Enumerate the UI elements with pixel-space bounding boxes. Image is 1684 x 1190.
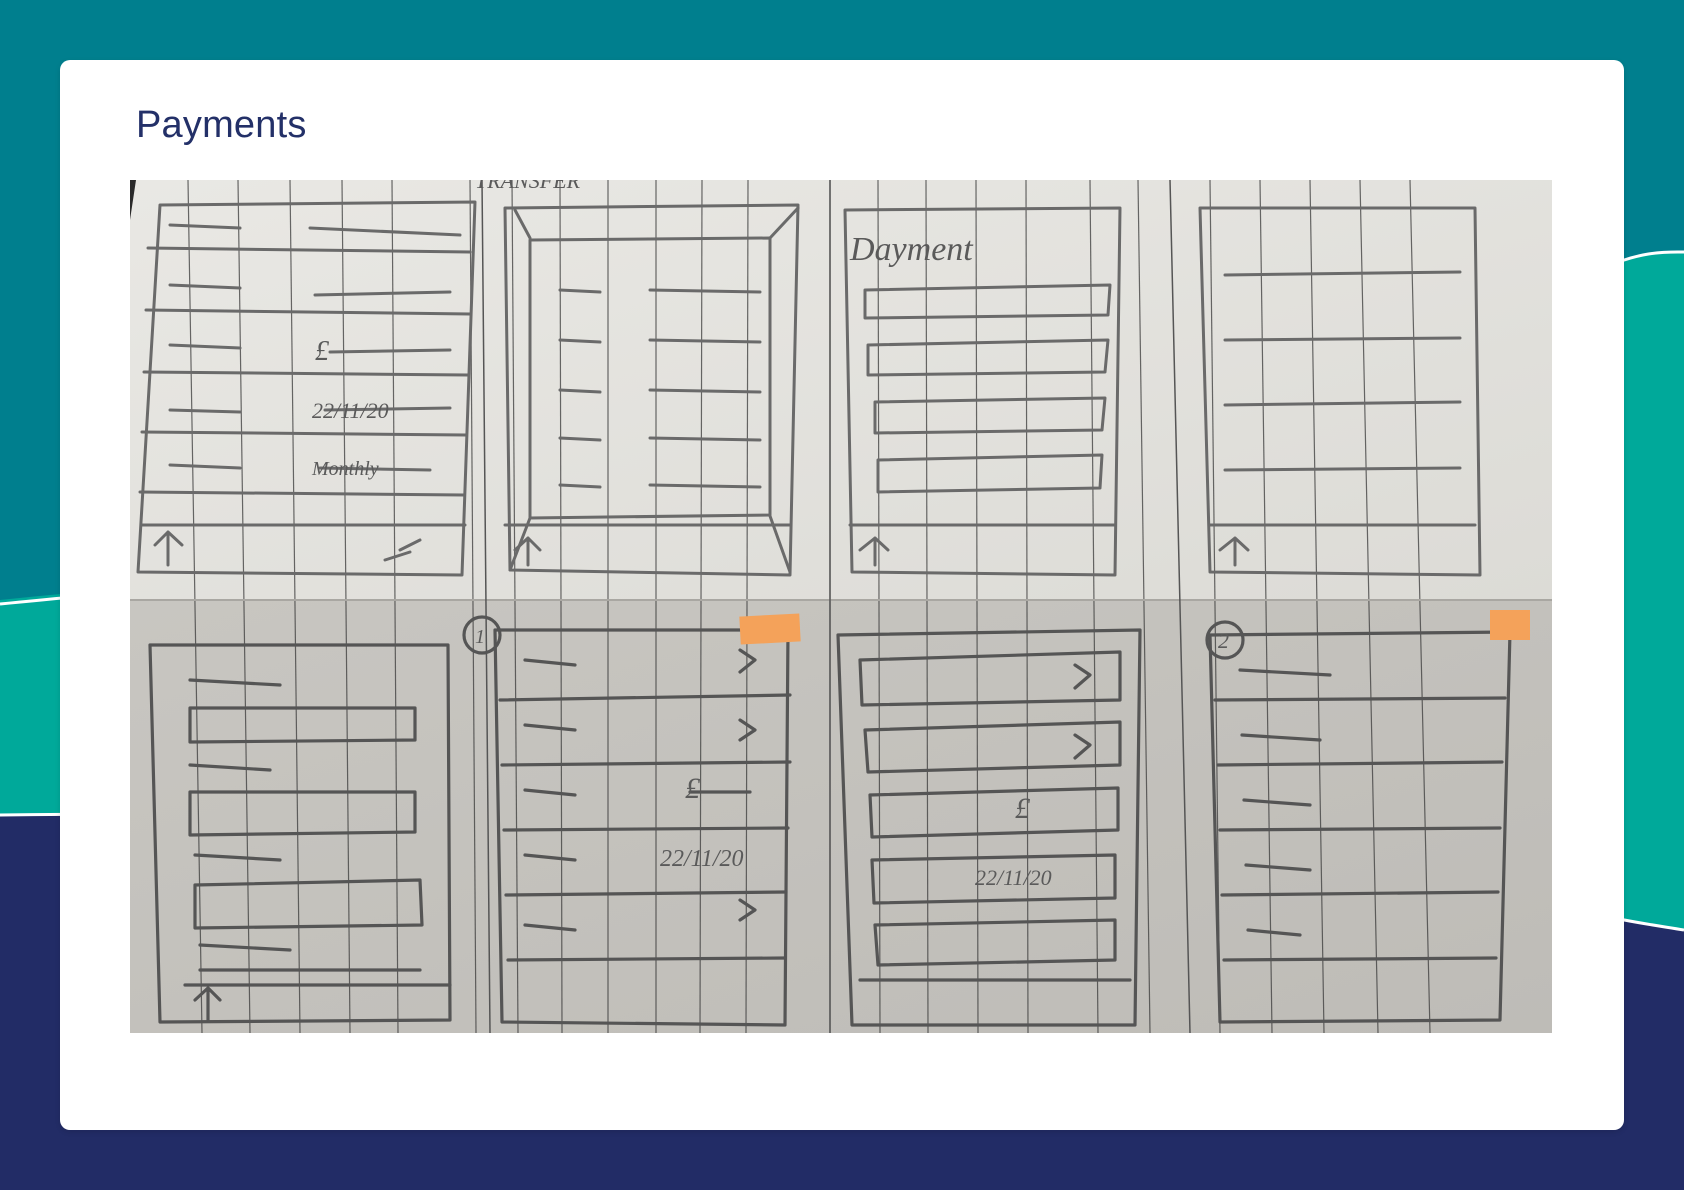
sketch-title-text: Dayment xyxy=(849,231,974,268)
sketch-date-text-bottom: 22/11/20 xyxy=(660,846,744,872)
sketch-step-two: 2 xyxy=(1218,628,1229,653)
sketch-currency-text: £ xyxy=(315,336,330,367)
wireframe-sketch-photo: Dayment TRANSFER 22/11/20 Monthly £ 22/1… xyxy=(130,180,1552,1033)
sketch-header-text: TRANSFER xyxy=(475,180,581,193)
sketch-monthly-text: Monthly xyxy=(311,458,379,480)
sketch-step-one: 1 xyxy=(475,626,485,648)
sketch-currency-text-frame6: £ xyxy=(685,772,701,805)
payments-card: Payments Dayment TRANSFER 22/11/20 Month… xyxy=(60,60,1624,1130)
sketch-date-text-frame7: 22/11/20 xyxy=(975,865,1052,890)
sketch-drawing: Dayment TRANSFER 22/11/20 Monthly £ 22/1… xyxy=(130,180,1552,1033)
page-title: Payments xyxy=(136,104,307,146)
sketch-currency-text-frame7: £ xyxy=(1015,792,1031,825)
sketch-date-text-top: 22/11/20 xyxy=(312,398,389,423)
